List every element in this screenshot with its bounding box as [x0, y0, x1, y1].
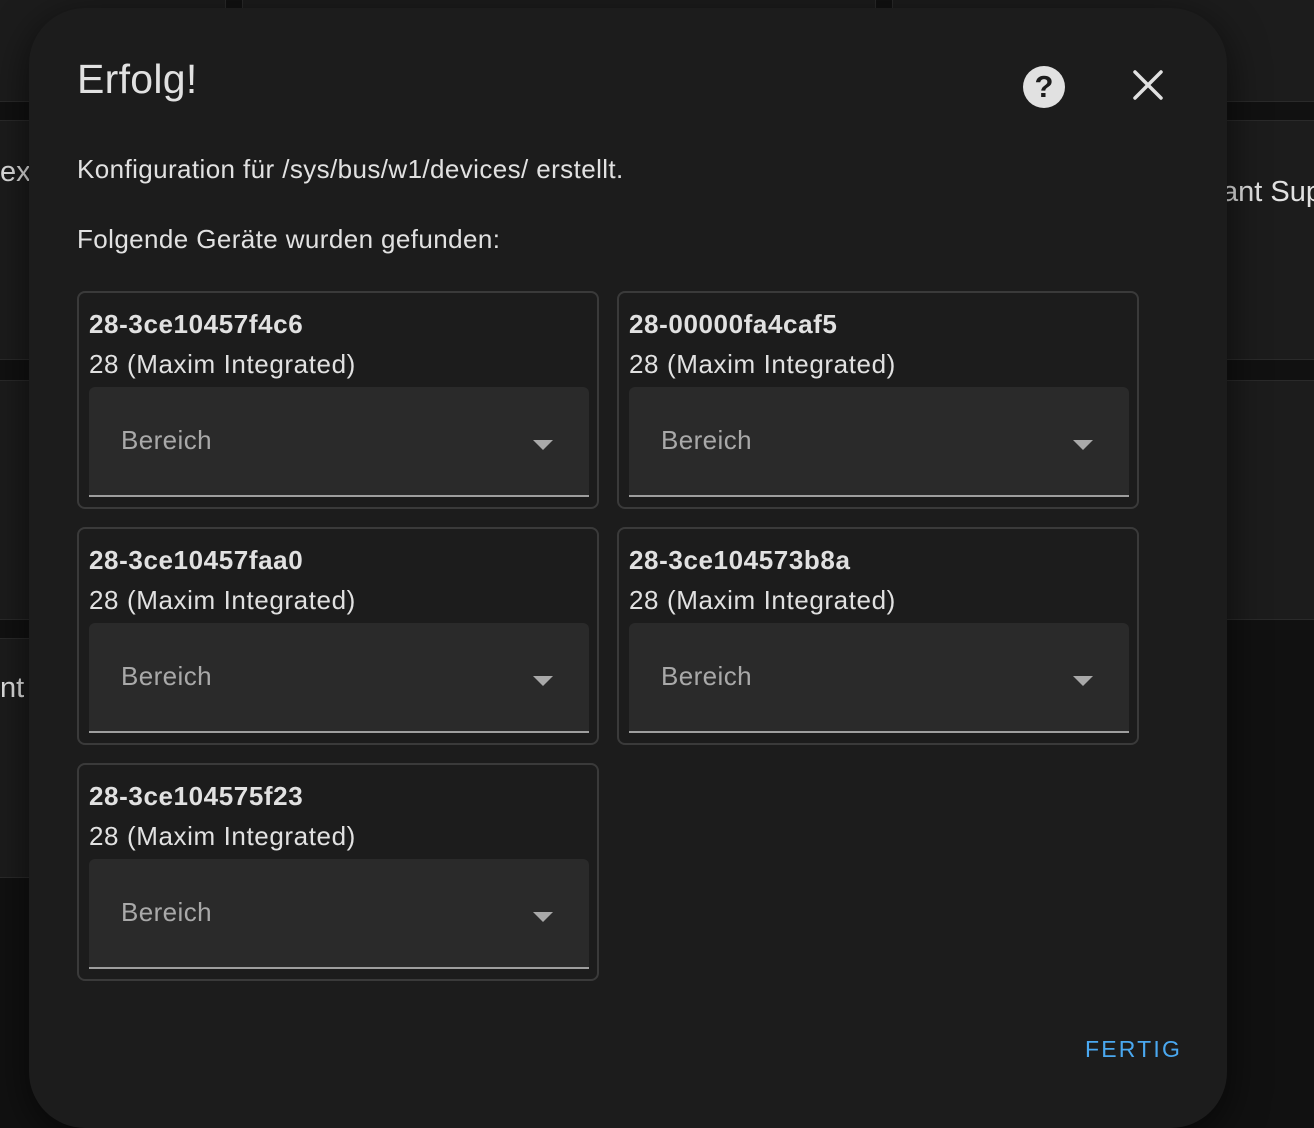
area-select-label: Bereich [121, 661, 212, 691]
config-created-text: Konfiguration für /sys/bus/w1/devices/ e… [77, 154, 624, 184]
device-type: 28 (Maxim Integrated) [89, 821, 356, 851]
background-text: ant Sup [1222, 176, 1314, 208]
area-select-label: Bereich [661, 661, 752, 691]
dropdown-arrow-icon [1073, 440, 1093, 450]
done-button[interactable]: FERTIG [1073, 1030, 1194, 1069]
dropdown-arrow-icon [533, 440, 553, 450]
area-select[interactable]: Bereich [89, 387, 589, 497]
area-select-label: Bereich [661, 425, 752, 455]
device-id: 28-3ce104575f23 [89, 781, 304, 811]
devices-found-text: Folgende Geräte wurden gefunden: [77, 224, 501, 254]
device-card: 28-3ce10457f4c6 28 (Maxim Integrated) Be… [77, 291, 599, 509]
dropdown-arrow-icon [533, 912, 553, 922]
device-id: 28-3ce104573b8a [629, 545, 851, 575]
area-select[interactable]: Bereich [629, 623, 1129, 733]
device-type: 28 (Maxim Integrated) [89, 349, 356, 379]
background-text: nt [0, 672, 25, 704]
device-card: 28-3ce104575f23 28 (Maxim Integrated) Be… [77, 763, 599, 981]
dropdown-arrow-icon [533, 676, 553, 686]
device-type: 28 (Maxim Integrated) [629, 585, 896, 615]
success-dialog: Erfolg! ? Konfiguration für /sys/bus/w1/… [29, 8, 1227, 1128]
area-select[interactable]: Bereich [89, 623, 589, 733]
device-card: 28-00000fa4caf5 28 (Maxim Integrated) Be… [617, 291, 1139, 509]
device-card: 28-3ce10457faa0 28 (Maxim Integrated) Be… [77, 527, 599, 745]
area-select[interactable]: Bereich [629, 387, 1129, 497]
device-id: 28-00000fa4caf5 [629, 309, 838, 339]
help-circle-icon[interactable]: ? [1023, 66, 1065, 108]
background-text: ex [0, 156, 31, 188]
area-select-label: Bereich [121, 897, 212, 927]
device-id: 28-3ce10457faa0 [89, 545, 304, 575]
device-type: 28 (Maxim Integrated) [629, 349, 896, 379]
area-select-label: Bereich [121, 425, 212, 455]
dropdown-arrow-icon [1073, 676, 1093, 686]
device-type: 28 (Maxim Integrated) [89, 585, 356, 615]
device-card: 28-3ce104573b8a 28 (Maxim Integrated) Be… [617, 527, 1139, 745]
area-select[interactable]: Bereich [89, 859, 589, 969]
device-id: 28-3ce10457f4c6 [89, 309, 304, 339]
close-icon[interactable] [1129, 66, 1167, 104]
dialog-title: Erfolg! [77, 56, 198, 102]
